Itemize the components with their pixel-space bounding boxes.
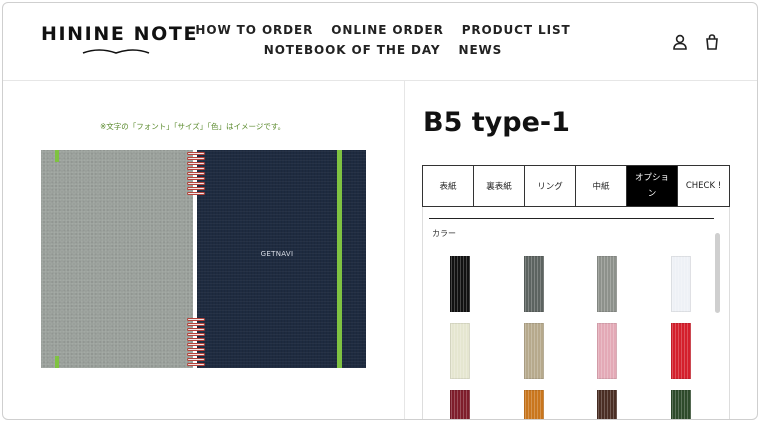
ring-binding-top: [187, 152, 205, 197]
elastic-band-back: [55, 150, 59, 368]
site-header: HININE NOTE HOW TO ORDER ONLINE ORDER PR…: [3, 3, 757, 81]
logo-text: HININE NOTE: [41, 23, 199, 45]
cover-label: GETNAVI: [260, 250, 294, 258]
color-swatch[interactable]: [597, 390, 617, 419]
nav-online-order[interactable]: ONLINE ORDER: [331, 23, 443, 37]
color-swatch[interactable]: [450, 256, 470, 312]
color-swatch[interactable]: [524, 390, 544, 419]
color-swatch[interactable]: [671, 256, 691, 312]
notebook-preview: GETNAVI: [41, 150, 366, 368]
nav-news[interactable]: NEWS: [459, 43, 503, 57]
back-cover: [41, 150, 193, 368]
preview-disclaimer: ※文字の「フォント」「サイズ」「色」はイメージです。: [100, 122, 286, 131]
account-icon[interactable]: [671, 33, 689, 51]
nav-notebook-of-the-day[interactable]: NOTEBOOK OF THE DAY: [264, 43, 441, 57]
color-swatch[interactable]: [450, 323, 470, 379]
elastic-band-front: [337, 150, 342, 368]
logo-book-mark: [82, 49, 150, 54]
tab-inner-paper[interactable]: 中紙: [576, 166, 627, 206]
color-section-label: カラー: [432, 229, 456, 238]
tab-back-cover[interactable]: 裏表紙: [474, 166, 525, 206]
tab-option[interactable]: オプション: [627, 166, 678, 206]
site-logo[interactable]: HININE NOTE: [41, 23, 199, 54]
ring-binding-bottom: [187, 318, 205, 368]
option-tabs: 表紙 裏表紙 リング 中紙 オプション CHECK !: [422, 165, 730, 207]
panel-rule: [429, 218, 714, 219]
panel-scrollbar[interactable]: [715, 233, 720, 313]
tab-cover[interactable]: 表紙: [423, 166, 474, 206]
color-swatch[interactable]: [597, 256, 617, 312]
tab-check[interactable]: CHECK !: [678, 166, 729, 206]
color-swatch[interactable]: [671, 390, 691, 419]
color-swatch[interactable]: [524, 323, 544, 379]
color-swatch[interactable]: [524, 256, 544, 312]
main-nav: HOW TO ORDER ONLINE ORDER PRODUCT LIST N…: [195, 23, 569, 63]
tab-ring[interactable]: リング: [525, 166, 576, 206]
nav-product-list[interactable]: PRODUCT LIST: [462, 23, 571, 37]
nav-how-to-order[interactable]: HOW TO ORDER: [195, 23, 313, 37]
header-icons: [671, 33, 721, 51]
color-swatch[interactable]: [450, 390, 470, 419]
cart-icon[interactable]: [703, 33, 721, 51]
option-panel: [422, 207, 730, 419]
color-swatch[interactable]: [671, 323, 691, 379]
product-title: B5 type-1: [423, 107, 570, 138]
color-swatch[interactable]: [597, 323, 617, 379]
page-frame: HININE NOTE HOW TO ORDER ONLINE ORDER PR…: [2, 2, 758, 420]
column-divider: [404, 81, 405, 419]
